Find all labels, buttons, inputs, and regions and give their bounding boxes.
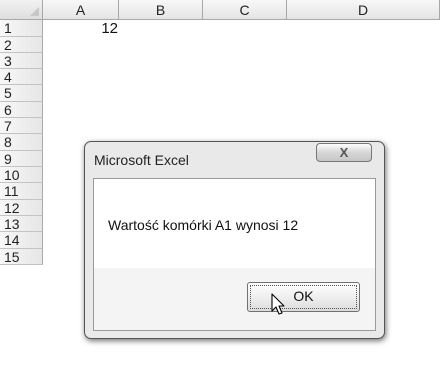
message-area: Wartość komórki A1 wynosi 12 — [94, 179, 375, 268]
row-header-10[interactable]: 10 — [0, 167, 43, 183]
message-text: Wartość komórki A1 wynosi 12 — [108, 217, 299, 233]
column-header-b[interactable]: B — [119, 0, 203, 20]
row-header-13[interactable]: 13 — [0, 216, 43, 232]
column-header-a[interactable]: A — [43, 0, 119, 20]
row-header-12[interactable]: 12 — [0, 200, 43, 216]
column-header-c[interactable]: C — [203, 0, 287, 20]
row-header-14[interactable]: 14 — [0, 232, 43, 249]
row-header-5[interactable]: 5 — [0, 85, 43, 102]
row-header-4[interactable]: 4 — [0, 69, 43, 85]
dialog-title: Microsoft Excel — [94, 152, 189, 168]
row-header-7[interactable]: 7 — [0, 118, 43, 134]
column-header-d[interactable]: D — [287, 0, 440, 20]
row-header-11[interactable]: 11 — [0, 183, 43, 200]
row-header-2[interactable]: 2 — [0, 37, 43, 53]
row-header-1[interactable]: 1 — [0, 20, 43, 37]
select-all-icon — [30, 7, 39, 16]
select-all-corner[interactable] — [0, 0, 43, 20]
ok-button-label: OK — [293, 288, 314, 304]
row-header-6[interactable]: 6 — [0, 102, 43, 118]
ok-button[interactable]: OK — [247, 282, 360, 315]
close-button[interactable]: X — [316, 143, 372, 162]
row-header-9[interactable]: 9 — [0, 151, 43, 167]
cell-a1[interactable]: 12 — [43, 20, 119, 37]
message-box: Microsoft Excel X Wartość komórki A1 wyn… — [84, 141, 385, 339]
column-header-row: A B C D — [0, 0, 440, 20]
row-header-15[interactable]: 15 — [0, 249, 43, 265]
mouse-pointer-icon — [271, 293, 285, 315]
dialog-body: Wartość komórki A1 wynosi 12 OK — [93, 178, 376, 331]
row-header-3[interactable]: 3 — [0, 53, 43, 69]
close-icon: X — [339, 145, 349, 160]
row-header-8[interactable]: 8 — [0, 134, 43, 151]
